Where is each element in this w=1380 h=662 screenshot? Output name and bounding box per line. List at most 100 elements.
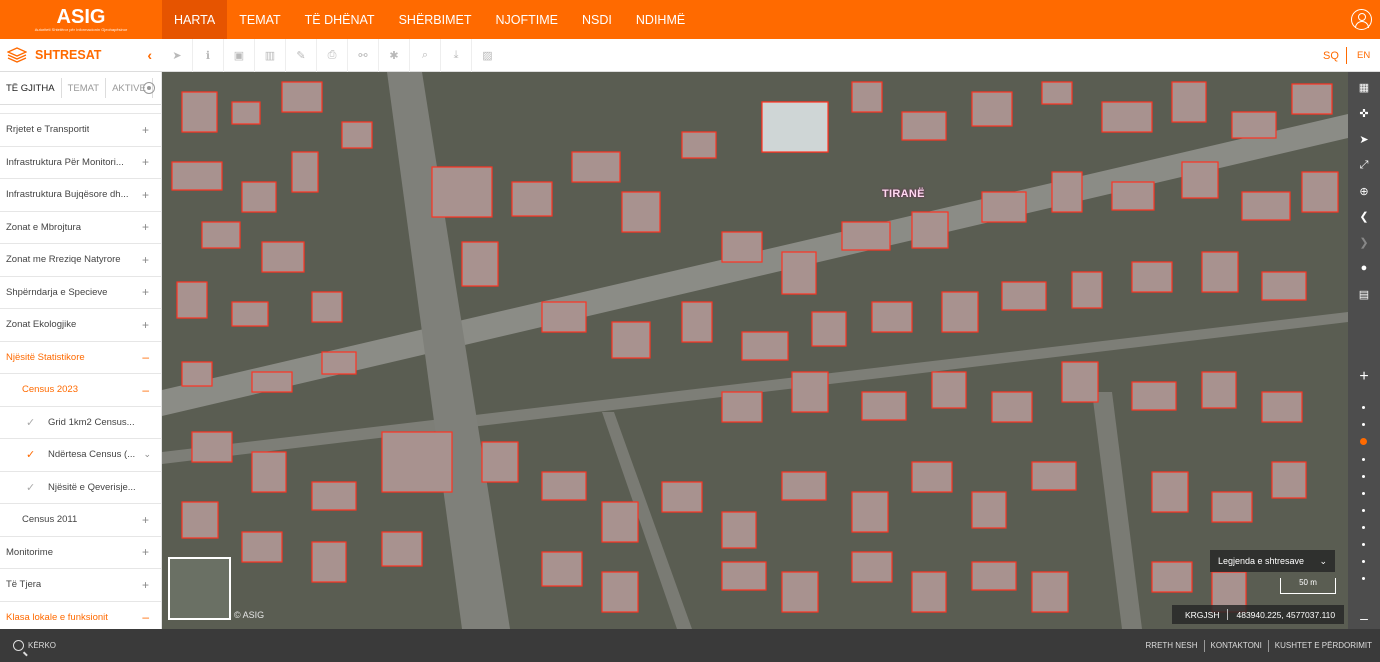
lang-divider: [1346, 47, 1347, 64]
image-tool-icon[interactable]: ▨: [472, 39, 503, 72]
layer-group-row[interactable]: Shpërndarja e Specieve +: [0, 275, 161, 309]
expand-icon[interactable]: +: [142, 188, 149, 202]
search-tool-icon[interactable]: ⌕: [410, 38, 441, 72]
layer-item-row[interactable]: ✓ Njësitë e Qeverisje...: [0, 470, 161, 504]
lang-sq[interactable]: SQ: [1323, 39, 1339, 72]
overview-map[interactable]: [168, 557, 231, 620]
zoom-level-dot[interactable]: [1362, 458, 1365, 461]
check-icon[interactable]: ✓: [26, 416, 40, 429]
layer-item-row[interactable]: ✓ Grid 1km2 Census...: [0, 405, 161, 439]
footer-link-about[interactable]: RRETH NESH: [1146, 641, 1198, 650]
nav-ndihme[interactable]: NDIHMË: [624, 0, 697, 39]
expand-icon[interactable]: +: [142, 318, 149, 332]
layer-group-row[interactable]: Klasa lokale e funksionit –: [0, 600, 161, 630]
landmark-building: [761, 101, 829, 153]
search-icon[interactable]: [13, 640, 24, 651]
aerial-imagery: [162, 72, 1348, 629]
download-tool-icon[interactable]: ⤓: [441, 38, 472, 72]
layer-group-row[interactable]: Rrjetet e Transportit +: [0, 113, 161, 146]
gear-icon[interactable]: [143, 82, 155, 94]
map-canvas[interactable]: TIRANË © ASIG Legjenda e shtresave ⌄ 50 …: [162, 72, 1348, 629]
layer-tabs: TË GJITHA TEMAT AKTIVE: [0, 72, 161, 105]
expand-icon[interactable]: +: [142, 220, 149, 234]
layer-group-row[interactable]: Infrastruktura Bujqësore dh... +: [0, 178, 161, 211]
next-extent-icon[interactable]: ❯: [1348, 236, 1380, 249]
expand-icon[interactable]: +: [142, 513, 149, 527]
footer-link-terms[interactable]: KUSHTET E PËRDORIMIT: [1275, 641, 1372, 650]
user-icon[interactable]: [1351, 9, 1372, 30]
collapse-icon[interactable]: –: [142, 350, 149, 364]
globe-icon[interactable]: ●: [1348, 262, 1380, 274]
layer-group-row[interactable]: Zonat me Rreziqe Natyrore +: [0, 243, 161, 276]
zoom-level-dot[interactable]: [1362, 475, 1365, 478]
expand-icon[interactable]: +: [142, 285, 149, 299]
map-view-icon[interactable]: ▦: [1348, 81, 1380, 94]
expand-icon[interactable]: +: [142, 155, 149, 169]
info-tool-icon[interactable]: ℹ: [193, 38, 224, 72]
layers-icon: [7, 47, 27, 63]
footer-links: RRETH NESH KONTAKTONI KUSHTET E PËRDORIM…: [1146, 639, 1372, 652]
expand-icon[interactable]: +: [142, 123, 149, 137]
layer-group-row[interactable]: Zonat e Mbrojtura +: [0, 210, 161, 244]
zoom-level-dot[interactable]: [1362, 406, 1365, 409]
layer-subgroup-row[interactable]: Census 2011 +: [0, 503, 161, 536]
layer-group-row[interactable]: Monitorime +: [0, 535, 161, 569]
search-label[interactable]: KËRKO: [28, 641, 56, 650]
zoom-box-icon[interactable]: ⊕: [1348, 185, 1380, 198]
zoom-level-dot[interactable]: [1362, 509, 1365, 512]
expand-icon[interactable]: +: [142, 253, 149, 267]
zoom-level-dot[interactable]: [1362, 577, 1365, 580]
map-copyright: © ASIG: [234, 610, 265, 620]
layer-subgroup-row[interactable]: Census 2023–: [0, 373, 161, 406]
zoom-level-dot[interactable]: [1362, 526, 1365, 529]
nav-nsdi[interactable]: NSDI: [570, 0, 624, 39]
footer-link-contact[interactable]: KONTAKTONI: [1211, 641, 1262, 650]
crs-label: KRGJSH: [1185, 609, 1220, 620]
collapse-panel-button[interactable]: ‹: [147, 47, 152, 63]
layer-group-row[interactable]: Zonat Ekologjike +: [0, 308, 161, 341]
chevron-down-icon[interactable]: ⌄: [143, 449, 151, 460]
zoom-level-dot[interactable]: [1362, 543, 1365, 546]
check-icon[interactable]: ✓: [26, 448, 40, 461]
layer-item-row[interactable]: ✓ Ndërtesa Census (... ⌄: [0, 438, 161, 471]
check-icon[interactable]: ✓: [26, 481, 40, 494]
zoom-level-dot[interactable]: [1362, 560, 1365, 563]
tab-temat[interactable]: TEMAT: [62, 78, 107, 98]
layer-group-row[interactable]: Të Tjera +: [0, 568, 161, 601]
grid-icon[interactable]: ▤: [1348, 288, 1380, 301]
scale-bar: 50 m: [1280, 578, 1336, 594]
nav-te-dhenat[interactable]: TË DHËNAT: [293, 0, 387, 39]
fullscreen-icon[interactable]: ⤢: [1348, 159, 1380, 172]
print-tool-icon[interactable]: ⎙: [317, 38, 348, 72]
previous-extent-icon[interactable]: ❮: [1348, 210, 1380, 223]
chart-tool-icon[interactable]: ▥: [255, 38, 286, 72]
nav-temat[interactable]: TEMAT: [227, 0, 292, 39]
asig-logo[interactable]: ASIG Autoriteti Shtetëror për Informacio…: [0, 0, 162, 39]
map-toolbar: SHTRESAT ‹ ➤ ℹ ▣ ▥ ✎ ⎙ ⚯ ✱ ⌕ ⤓ ▨: [0, 38, 1380, 72]
zoom-level-dot[interactable]: [1362, 423, 1365, 426]
collapse-icon[interactable]: –: [142, 383, 149, 397]
tab-te-gjitha[interactable]: TË GJITHA: [0, 78, 62, 98]
settings-tool-icon[interactable]: ✱: [379, 38, 410, 72]
zoom-level-current[interactable]: [1360, 438, 1367, 445]
edit-tool-icon[interactable]: ✎: [286, 38, 317, 72]
nav-sherbimet[interactable]: SHËRBIMET: [387, 0, 484, 39]
expand-icon[interactable]: +: [142, 545, 149, 559]
expand-icon[interactable]: +: [142, 578, 149, 592]
layer-group-row[interactable]: Njësitë Statistikore –: [0, 340, 161, 374]
zoom-in-icon[interactable]: +: [1348, 368, 1380, 386]
link-tool-icon[interactable]: ⚯: [348, 38, 379, 72]
zoom-out-icon[interactable]: –: [1348, 610, 1380, 626]
layer-group-row[interactable]: Infrastruktura Për Monitori... +: [0, 145, 161, 179]
zoom-level-dot[interactable]: [1362, 492, 1365, 495]
locate-icon[interactable]: ➤: [1348, 133, 1380, 146]
nav-harta[interactable]: HARTA: [162, 0, 228, 39]
nav-njoftime[interactable]: NJOFTIME: [484, 0, 571, 39]
legend-dropdown[interactable]: Legjenda e shtresave ⌄: [1210, 550, 1335, 572]
collapse-icon[interactable]: –: [142, 610, 149, 624]
lang-en[interactable]: EN: [1357, 39, 1370, 72]
select-tool-icon[interactable]: ➤: [162, 38, 193, 72]
map-controls: ▦ ✜ ➤ ⤢ ⊕ ❮ ❯ ● ▤ + –: [1348, 72, 1380, 629]
table-tool-icon[interactable]: ▣: [224, 38, 255, 72]
full-extent-icon[interactable]: ✜: [1348, 107, 1380, 120]
